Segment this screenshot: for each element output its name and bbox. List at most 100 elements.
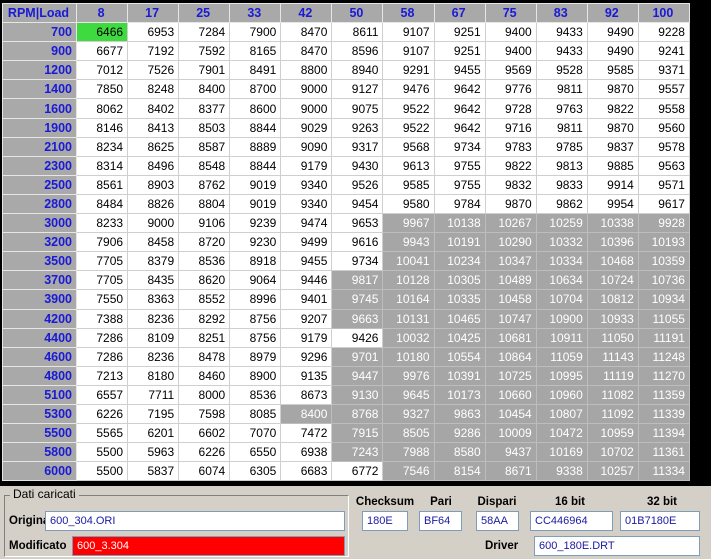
map-cell[interactable]: 9437 (484, 442, 537, 463)
map-cell[interactable]: 9571 (637, 174, 690, 195)
map-cell[interactable]: 7012 (75, 60, 129, 81)
map-cell[interactable]: 9340 (280, 174, 333, 195)
map-cell[interactable]: 8826 (127, 193, 180, 215)
map-cell[interactable]: 8756 (229, 327, 282, 348)
map-cell[interactable]: 9338 (535, 461, 588, 482)
map-cell[interactable]: 8165 (229, 41, 282, 62)
map-cell[interactable]: 9291 (382, 60, 435, 81)
map-cell[interactable]: 7901 (178, 60, 231, 81)
map-cell[interactable]: 9914 (586, 174, 639, 195)
map-cell[interactable]: 6550 (229, 442, 282, 463)
map-cell[interactable]: 9490 (586, 22, 639, 43)
map-cell[interactable]: 6938 (280, 442, 333, 463)
map-cell[interactable]: 9447 (331, 365, 384, 386)
map-cell[interactable]: 9106 (178, 213, 231, 234)
map-cell[interactable]: 9130 (331, 384, 384, 405)
map-cell[interactable]: 9585 (382, 174, 435, 195)
map-cell[interactable]: 6772 (331, 461, 384, 482)
map-cell[interactable]: 7472 (280, 423, 333, 444)
map-cell[interactable]: 8720 (178, 232, 231, 253)
map-cell[interactable]: 9569 (484, 60, 537, 81)
map-cell[interactable]: 8596 (331, 41, 384, 62)
map-cell[interactable]: 8580 (433, 442, 486, 463)
map-cell[interactable]: 9755 (433, 155, 486, 176)
map-cell[interactable]: 7526 (127, 60, 180, 81)
map-cell[interactable]: 10747 (484, 308, 537, 329)
map-cell[interactable]: 10725 (484, 365, 537, 386)
map-cell[interactable]: 9943 (382, 232, 435, 253)
map-cell[interactable]: 9663 (331, 308, 384, 329)
map-cell[interactable]: 9863 (433, 403, 486, 425)
map-cell[interactable]: 9454 (331, 193, 384, 215)
map-cell[interactable]: 8768 (331, 403, 384, 425)
map-cell[interactable]: 9870 (586, 79, 639, 100)
map-cell[interactable]: 10554 (433, 346, 486, 367)
map-cell[interactable]: 9755 (433, 174, 486, 195)
map-cell[interactable]: 9613 (382, 155, 435, 176)
map-cell[interactable]: 8762 (178, 174, 231, 195)
map-cell[interactable]: 8673 (280, 384, 333, 405)
map-cell[interactable]: 8611 (331, 22, 384, 43)
map-cell[interactable]: 11082 (586, 384, 639, 405)
map-cell[interactable]: 9813 (535, 155, 588, 176)
map-cell[interactable]: 5963 (127, 442, 180, 463)
map-cell[interactable]: 9371 (637, 60, 690, 81)
map-cell[interactable]: 9785 (535, 136, 588, 157)
map-cell[interactable]: 9967 (382, 213, 435, 234)
map-cell[interactable]: 9019 (229, 193, 282, 215)
map-cell[interactable]: 9822 (484, 155, 537, 176)
map-cell[interactable]: 10347 (484, 251, 537, 272)
checksum-field[interactable]: 180E (362, 511, 408, 531)
map-cell[interactable]: 9653 (331, 213, 384, 234)
map-cell[interactable]: 10468 (586, 251, 639, 272)
map-cell[interactable]: 11394 (637, 423, 690, 444)
map-cell[interactable]: 9822 (586, 98, 639, 119)
map-cell[interactable]: 9885 (586, 155, 639, 176)
map-cell[interactable]: 8600 (229, 98, 282, 119)
map-cell[interactable]: 9107 (382, 41, 435, 62)
map-cell[interactable]: 8236 (127, 346, 180, 367)
map-cell[interactable]: 9228 (637, 22, 690, 43)
map-cell[interactable]: 10396 (586, 232, 639, 253)
map-cell[interactable]: 9734 (433, 136, 486, 157)
map-cell[interactable]: 8478 (178, 346, 231, 367)
map-cell[interactable]: 8671 (484, 461, 537, 482)
map-cell[interactable]: 8146 (75, 117, 129, 138)
map-cell[interactable]: 9954 (586, 193, 639, 215)
map-cell[interactable]: 9019 (229, 174, 282, 195)
map-cell[interactable]: 7284 (178, 22, 231, 43)
map-cell[interactable]: 9075 (331, 98, 384, 119)
map-cell[interactable]: 7070 (229, 423, 282, 444)
map-cell[interactable]: 8236 (127, 308, 180, 329)
map-cell[interactable]: 8496 (127, 155, 180, 176)
map-cell[interactable]: 9241 (637, 41, 690, 62)
dispari-field[interactable]: 58AA (476, 511, 519, 531)
map-cell[interactable]: 9701 (331, 346, 384, 367)
map-cell[interactable]: 9499 (280, 232, 333, 253)
map-cell[interactable]: 9557 (637, 79, 690, 100)
map-cell[interactable]: 5500 (75, 442, 129, 463)
map-cell[interactable]: 9833 (535, 174, 588, 195)
map-cell[interactable]: 10332 (535, 232, 588, 253)
map-cell[interactable]: 8251 (178, 327, 231, 348)
map-cell[interactable]: 6074 (178, 461, 231, 482)
map-cell[interactable]: 6677 (75, 41, 129, 62)
map-cell[interactable]: 10634 (535, 270, 588, 291)
map-cell[interactable]: 8484 (75, 193, 129, 215)
map-cell[interactable]: 9811 (535, 79, 588, 100)
map-cell[interactable]: 8996 (229, 289, 282, 310)
map-cell[interactable]: 10736 (637, 270, 690, 291)
map-cell[interactable]: 9568 (382, 136, 435, 157)
map-cell[interactable]: 7243 (331, 442, 384, 463)
map-cell[interactable]: 9776 (484, 79, 537, 100)
map-cell[interactable]: 9446 (280, 270, 333, 291)
map-cell[interactable]: 8460 (178, 365, 231, 386)
map-cell[interactable]: 9286 (433, 423, 486, 444)
map-cell[interactable]: 11339 (637, 403, 690, 425)
map-cell[interactable]: 9107 (382, 22, 435, 43)
map-cell[interactable]: 11143 (586, 346, 639, 367)
map-cell[interactable]: 8470 (280, 22, 333, 43)
map-cell[interactable]: 6305 (229, 461, 282, 482)
map-cell[interactable]: 10681 (484, 327, 537, 348)
map-cell[interactable]: 9976 (382, 365, 435, 386)
